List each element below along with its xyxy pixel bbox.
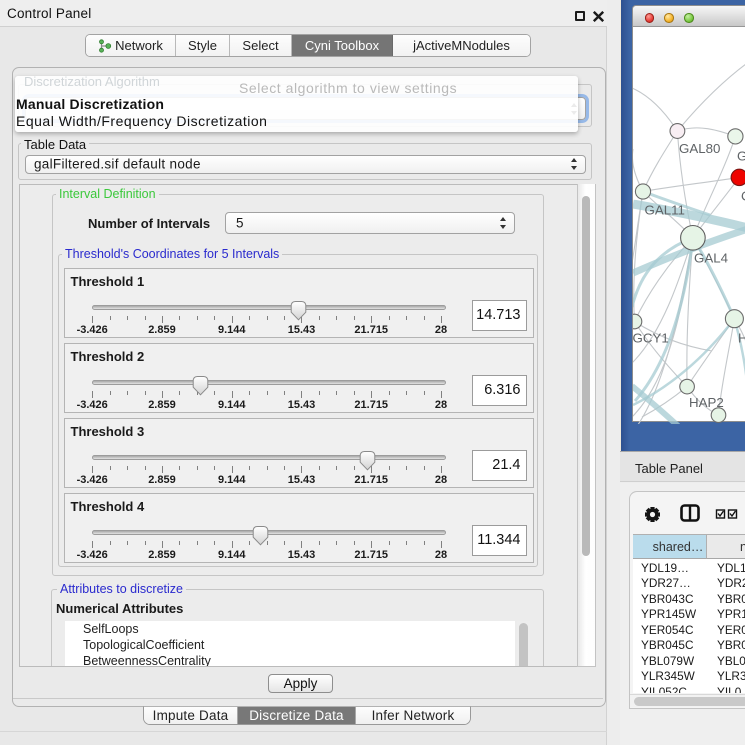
svg-text:GAL4: GAL4 bbox=[694, 251, 728, 266]
svg-text:C: C bbox=[741, 189, 745, 204]
svg-text:GCY1: GCY1 bbox=[633, 331, 669, 346]
svg-text:GAL11: GAL11 bbox=[645, 203, 685, 218]
svg-text:H: H bbox=[738, 331, 745, 346]
svg-text:GAL80: GAL80 bbox=[679, 141, 720, 156]
svg-text:GA: GA bbox=[737, 149, 745, 164]
svg-text:HAP2: HAP2 bbox=[689, 395, 724, 410]
